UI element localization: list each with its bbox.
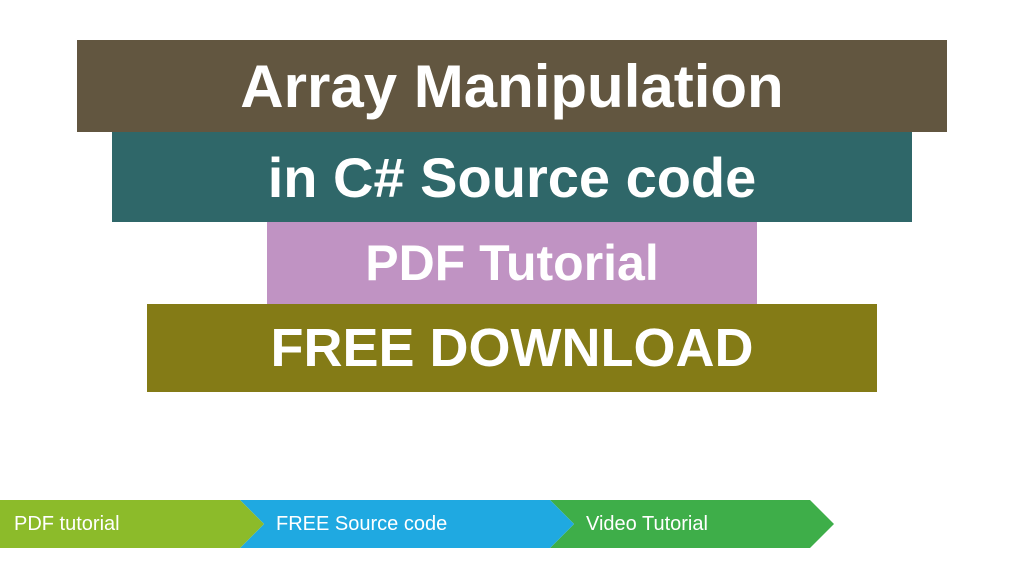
title-bar-2: in C# Source code	[112, 132, 912, 222]
title-line-4: FREE DOWNLOAD	[271, 317, 754, 379]
title-line-2: in C# Source code	[268, 145, 757, 210]
title-line-1: Array Manipulation	[240, 52, 783, 121]
banner-stack: Array Manipulation in C# Source code PDF…	[0, 0, 1024, 392]
chevron-label: PDF tutorial	[14, 513, 120, 536]
chevron-free-source-code[interactable]: FREE Source code	[240, 500, 550, 548]
chevron-nav: PDF tutorial FREE Source code Video Tuto…	[0, 500, 810, 548]
chevron-label: FREE Source code	[276, 513, 447, 536]
title-bar-4: FREE DOWNLOAD	[147, 304, 877, 392]
chevron-video-tutorial[interactable]: Video Tutorial	[550, 500, 810, 548]
title-line-3: PDF Tutorial	[365, 234, 659, 292]
title-bar-1: Array Manipulation	[77, 40, 947, 132]
chevron-label: Video Tutorial	[586, 513, 708, 536]
title-bar-3: PDF Tutorial	[267, 222, 757, 304]
chevron-pdf-tutorial[interactable]: PDF tutorial	[0, 500, 240, 548]
